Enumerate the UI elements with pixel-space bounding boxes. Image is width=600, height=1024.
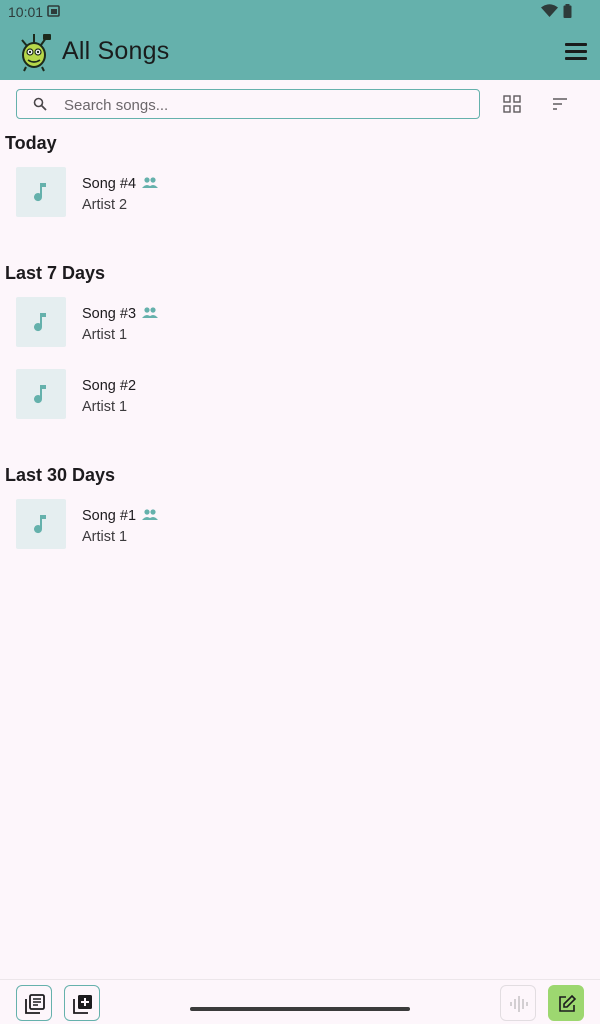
waveform-button[interactable] bbox=[500, 985, 536, 1021]
song-row[interactable]: Song #1 Artist 1 bbox=[0, 499, 600, 555]
song-title: Song #2 bbox=[82, 378, 137, 394]
song-thumbnail bbox=[16, 297, 66, 347]
song-row[interactable]: Song #3 Artist 1 bbox=[0, 297, 600, 353]
library-button[interactable] bbox=[16, 985, 52, 1021]
song-artist: Artist 1 bbox=[82, 327, 128, 343]
song-artist: Artist 1 bbox=[82, 529, 128, 545]
bottom-toolbar bbox=[0, 979, 600, 1024]
search-icon bbox=[33, 97, 47, 111]
search-input[interactable] bbox=[64, 95, 464, 115]
wifi-icon bbox=[541, 4, 558, 17]
song-title: Song #3 bbox=[82, 306, 137, 322]
add-box-icon bbox=[73, 995, 92, 1014]
library-icon bbox=[25, 994, 45, 1014]
people-icon bbox=[142, 509, 158, 520]
song-thumbnail bbox=[16, 167, 66, 217]
song-title: Song #4 bbox=[82, 176, 137, 192]
section-heading-today: Today bbox=[5, 133, 57, 153]
app-logo-icon bbox=[21, 34, 51, 72]
section-heading-last-7-days: Last 7 Days bbox=[5, 263, 106, 283]
app-bar: 10:01 All Songs bbox=[0, 0, 600, 80]
search-field[interactable] bbox=[16, 89, 480, 119]
song-artist: Artist 1 bbox=[82, 399, 128, 415]
song-thumbnail bbox=[16, 369, 66, 419]
music-note-icon bbox=[34, 313, 46, 332]
add-song-button[interactable] bbox=[64, 985, 100, 1021]
page-title: All Songs bbox=[62, 37, 170, 65]
status-bar: 10:01 bbox=[0, 0, 600, 24]
menu-icon-bar bbox=[565, 43, 587, 46]
music-note-icon bbox=[34, 183, 46, 202]
song-artist: Artist 2 bbox=[82, 197, 128, 213]
status-time: 10:01 bbox=[8, 4, 44, 20]
home-indicator[interactable] bbox=[190, 1007, 410, 1011]
song-row[interactable]: Song #4 Artist 2 bbox=[0, 167, 600, 223]
battery-icon bbox=[563, 4, 572, 18]
edit-button[interactable] bbox=[548, 985, 584, 1021]
menu-icon-bar bbox=[565, 50, 587, 53]
song-row[interactable]: Song #2 Artist 1 bbox=[0, 369, 600, 425]
waveform-icon bbox=[510, 996, 528, 1012]
people-icon bbox=[142, 307, 158, 318]
edit-icon bbox=[559, 994, 577, 1012]
section-heading-last-30-days: Last 30 Days bbox=[5, 465, 116, 485]
grid-view-icon[interactable] bbox=[503, 95, 521, 113]
people-icon bbox=[142, 177, 158, 188]
song-title: Song #1 bbox=[82, 508, 137, 524]
menu-icon-bar bbox=[565, 57, 587, 60]
music-note-icon bbox=[34, 515, 46, 534]
menu-button[interactable] bbox=[562, 40, 590, 66]
music-note-icon bbox=[34, 385, 46, 404]
song-thumbnail bbox=[16, 499, 66, 549]
sort-icon[interactable] bbox=[551, 96, 569, 112]
notification-icon bbox=[47, 5, 60, 17]
